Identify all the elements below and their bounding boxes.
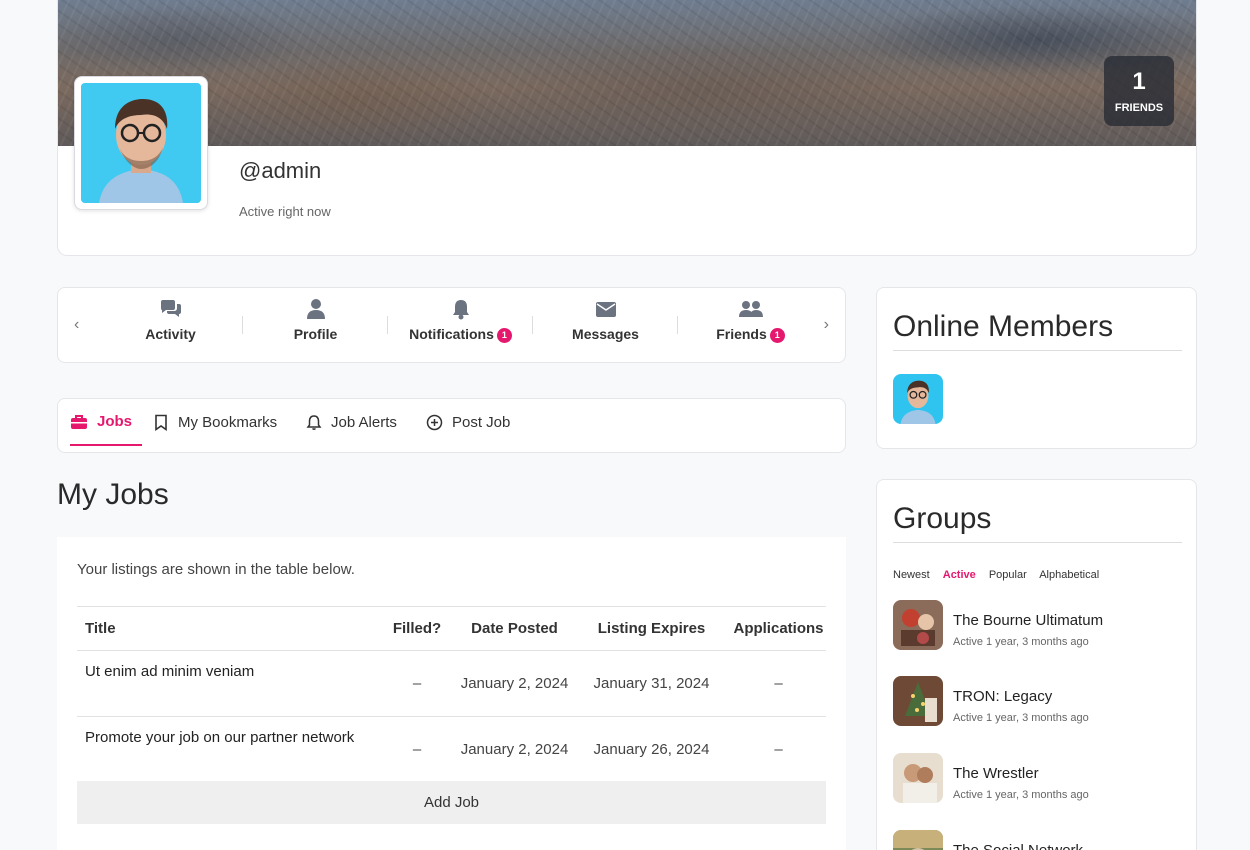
bell-icon (306, 415, 322, 430)
group-activity: Active 1 year, 3 months ago (953, 636, 1089, 648)
profile-status: Active right now (239, 204, 331, 219)
briefcase-icon (71, 414, 87, 429)
column-header-applications: Applications (731, 606, 826, 651)
filter-active[interactable]: Active (943, 569, 976, 581)
group-activity: Active 1 year, 3 months ago (953, 712, 1089, 724)
list-item[interactable]: The Wrestler Active 1 year, 3 months ago (893, 753, 1183, 805)
tab-label-my-bookmarks: My Bookmarks (178, 414, 278, 431)
friends-count-label: FRIENDS (1114, 102, 1164, 114)
job-title-link[interactable]: Promote your job on our partner network (77, 716, 377, 783)
list-item[interactable]: The Social Network (893, 830, 1183, 850)
notifications-badge: 1 (496, 328, 512, 343)
job-filled: – (377, 650, 457, 717)
group-avatar[interactable] (893, 753, 943, 803)
jobs-panel: Your listings are shown in the table bel… (57, 537, 846, 850)
job-title-link[interactable]: Ut enim ad minim veniam (77, 650, 377, 717)
job-listing-expires: January 31, 2024 (572, 650, 731, 717)
online-members-widget: Online Members (876, 287, 1197, 449)
nav-label-notifications: Notifications (409, 326, 494, 342)
table-row[interactable]: Promote your job on our partner network … (77, 716, 826, 783)
table-header-row: Title Filled? Date Posted Listing Expire… (77, 606, 826, 651)
nav-item-messages[interactable]: Messages (533, 296, 678, 356)
nav-label-friends: Friends (716, 326, 767, 342)
group-avatar[interactable] (893, 676, 943, 726)
nav-item-activity[interactable]: Activity (98, 296, 243, 356)
column-header-listing-expires: Listing Expires (572, 606, 731, 651)
group-filters: Newest Active Popular Alphabetical (893, 569, 1109, 581)
column-header-title: Title (77, 606, 377, 651)
filter-newest[interactable]: Newest (893, 569, 930, 581)
group-activity: Active 1 year, 3 months ago (953, 789, 1089, 801)
groups-widget: Groups Newest Active Popular Alphabetica… (876, 479, 1197, 850)
tab-label-post-job: Post Job (452, 414, 511, 431)
tab-jobs[interactable]: Jobs (70, 399, 143, 446)
jobs-table: Title Filled? Date Posted Listing Expire… (77, 606, 826, 783)
job-listing-expires: January 26, 2024 (572, 716, 731, 783)
nav-label-messages: Messages (572, 326, 639, 342)
tab-label-job-alerts: Job Alerts (331, 414, 397, 431)
cover-image (58, 0, 1196, 146)
nav-item-notifications[interactable]: Notifications 1 (388, 296, 533, 356)
job-date-posted: January 2, 2024 (457, 716, 572, 783)
friends-count: 1 (1132, 68, 1146, 95)
group-name[interactable]: TRON: Legacy (953, 688, 1052, 705)
group-name[interactable]: The Bourne Ultimatum (953, 612, 1103, 629)
column-header-date-posted: Date Posted (457, 606, 572, 651)
tab-job-alerts[interactable]: Job Alerts (306, 399, 397, 446)
bookmark-icon (155, 414, 167, 431)
group-name[interactable]: The Social Network (953, 842, 1083, 850)
bell-icon (388, 298, 533, 326)
profile-header: 1 FRIENDS @admin Active right now (57, 0, 1197, 256)
nav-next-icon[interactable]: › (824, 316, 829, 334)
profile-username: @admin (239, 158, 322, 183)
job-tabs: Jobs My Bookmarks Job Alerts Post Job (57, 398, 846, 453)
job-applications: – (731, 650, 826, 717)
list-item[interactable]: The Bourne Ultimatum Active 1 year, 3 mo… (893, 600, 1183, 652)
online-member-avatar[interactable] (893, 374, 943, 424)
tab-label-jobs: Jobs (97, 413, 133, 430)
nav-label-profile: Profile (293, 326, 338, 342)
envelope-icon (533, 298, 678, 326)
plus-circle-icon (426, 414, 443, 431)
divider (893, 542, 1182, 543)
column-header-filled: Filled? (377, 606, 457, 651)
user-icon (243, 298, 388, 326)
nav-item-friends[interactable]: Friends 1 (678, 296, 823, 356)
nav-prev-icon[interactable]: ‹ (74, 316, 79, 334)
filter-alphabetical[interactable]: Alphabetical (1039, 569, 1099, 581)
profile-avatar[interactable] (74, 76, 208, 210)
group-name[interactable]: The Wrestler (953, 765, 1039, 782)
group-avatar[interactable] (893, 600, 943, 650)
comments-icon (98, 298, 243, 326)
add-job-button[interactable]: Add Job (77, 781, 826, 824)
nav-label-activity: Activity (145, 326, 196, 342)
table-row[interactable]: Ut enim ad minim veniam – January 2, 202… (77, 650, 826, 717)
job-applications: – (731, 716, 826, 783)
job-date-posted: January 2, 2024 (457, 650, 572, 717)
online-members-title: Online Members (893, 310, 1114, 343)
divider (893, 350, 1182, 351)
profile-nav: ‹ › Activity Profile Notifications 1 Mess… (57, 287, 846, 363)
page-title: My Jobs (57, 478, 169, 511)
list-item[interactable]: TRON: Legacy Active 1 year, 3 months ago (893, 676, 1183, 728)
group-avatar[interactable] (893, 830, 943, 850)
groups-title: Groups (893, 502, 992, 535)
avatar-photo (81, 83, 201, 203)
tab-post-job[interactable]: Post Job (426, 399, 510, 446)
users-icon (678, 298, 823, 326)
job-filled: – (377, 716, 457, 783)
friends-count-box[interactable]: 1 FRIENDS (1104, 56, 1174, 126)
filter-popular[interactable]: Popular (989, 569, 1027, 581)
tab-my-bookmarks[interactable]: My Bookmarks (153, 399, 277, 446)
friends-badge: 1 (769, 328, 785, 343)
jobs-intro-text: Your listings are shown in the table bel… (77, 561, 355, 578)
nav-item-profile[interactable]: Profile (243, 296, 388, 356)
